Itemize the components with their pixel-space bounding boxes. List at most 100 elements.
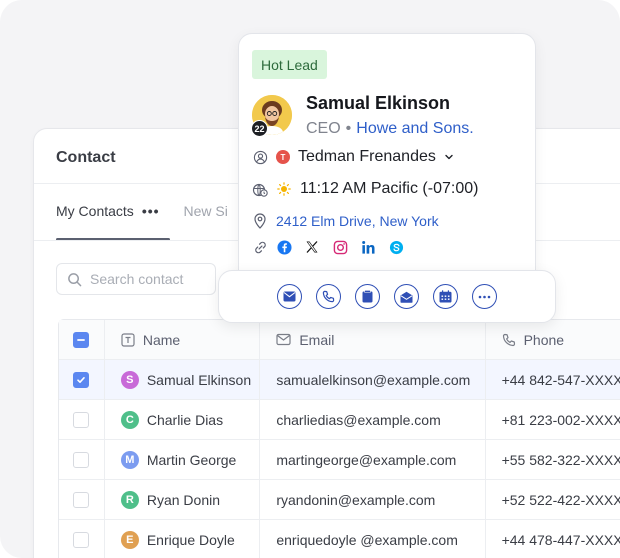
phone-cell[interactable]: +52 522-422-XXXX: [486, 480, 620, 519]
avatar: M: [120, 450, 139, 469]
row-check-cell: [59, 360, 105, 399]
email-cell[interactable]: charliedias@example.com: [260, 400, 486, 439]
tab-more-icon[interactable]: •••: [142, 203, 160, 219]
address-link[interactable]: 2412 Elm Drive, New York: [276, 213, 439, 229]
row-checkbox[interactable]: [73, 491, 90, 508]
tab-label: New Si: [183, 203, 228, 219]
facebook-icon[interactable]: [276, 239, 292, 255]
phone-cell[interactable]: +55 582-322-XXXX: [486, 440, 620, 479]
call-action-button[interactable]: [316, 284, 341, 309]
column-label: Name: [142, 331, 181, 348]
table-row[interactable]: C Charlie Dias charliedias@example.com +…: [59, 400, 620, 440]
column-header-email[interactable]: Email: [260, 320, 486, 359]
owner-line: T Tedman Frenandes: [252, 148, 454, 166]
more-icon: [478, 295, 491, 298]
contact-name: Martin George: [146, 451, 237, 468]
text-field-icon: [121, 332, 135, 347]
name-cell[interactable]: E Enrique Doyle: [105, 520, 261, 558]
contacts-table: Name Email Phone S Samual Elkinson samua…: [58, 319, 620, 558]
table-row[interactable]: R Ryan Donin ryandonin@example.com +52 5…: [59, 480, 620, 520]
social-line: [252, 239, 404, 255]
email-cell[interactable]: samualelkinson@example.com: [260, 360, 486, 399]
table-row[interactable]: S Samual Elkinson samualelkinson@example…: [59, 360, 620, 400]
tab-bar: My Contacts ••• New Si: [56, 203, 228, 241]
row-checkbox[interactable]: [73, 531, 90, 548]
column-header-name[interactable]: Name: [105, 320, 261, 359]
tab-my-contacts[interactable]: My Contacts •••: [56, 203, 170, 241]
schedule-action-button[interactable]: [433, 284, 458, 309]
address-line: 2412 Elm Drive, New York: [252, 213, 439, 229]
row-check-cell: [59, 400, 105, 439]
column-label: Phone: [523, 331, 565, 348]
envelope-icon: [283, 291, 296, 302]
contact-name: Ryan Donin: [146, 491, 220, 508]
linkedin-icon[interactable]: [360, 239, 376, 255]
mail-open-icon: [400, 291, 413, 303]
chevron-down-icon[interactable]: [444, 152, 454, 162]
row-check-cell: [59, 480, 105, 519]
envelope-icon: [276, 333, 291, 346]
phone-icon: [502, 333, 515, 346]
phone-cell[interactable]: +81 223-002-XXXX: [486, 400, 620, 439]
select-all-checkbox[interactable]: [73, 331, 90, 348]
contact-role-line: CEO • Howe and Sons.: [306, 120, 474, 138]
message-action-button[interactable]: [394, 284, 419, 309]
avatar: S: [120, 370, 139, 389]
row-checkbox[interactable]: [73, 371, 90, 388]
contact-role: CEO: [306, 120, 341, 137]
note-icon: [362, 290, 373, 303]
avatar: R: [120, 490, 139, 509]
email-action-button[interactable]: [277, 284, 302, 309]
phone-cell[interactable]: +44 478-447-XXXX: [486, 520, 620, 558]
column-label: Email: [299, 331, 335, 348]
table-row[interactable]: M Martin George martingeorge@example.com…: [59, 440, 620, 480]
email-cell[interactable]: enriquedoyle @example.com: [260, 520, 486, 558]
contact-name: Samual Elkinson: [306, 93, 451, 113]
note-action-button[interactable]: [355, 284, 380, 309]
name-cell[interactable]: S Samual Elkinson: [105, 360, 261, 399]
select-all-cell: [59, 320, 105, 359]
avatar: E: [120, 530, 139, 549]
clock-globe-icon: [252, 181, 268, 197]
email-cell[interactable]: ryandonin@example.com: [260, 480, 486, 519]
instagram-icon[interactable]: [332, 239, 348, 255]
contact-name: Charlie Dias: [146, 411, 224, 428]
owner-avatar: T: [276, 150, 290, 164]
local-time: 11:12 AM Pacific (-07:00): [300, 180, 479, 197]
contact-popover: Hot Lead 22 Samual Elkinson CEO • Howe a…: [238, 33, 536, 295]
avatar: C: [120, 410, 139, 429]
company-link[interactable]: Howe and Sons.: [356, 120, 473, 138]
name-cell[interactable]: C Charlie Dias: [105, 400, 261, 439]
location-pin-icon: [252, 213, 268, 229]
sun-icon: [276, 181, 292, 197]
email-cell[interactable]: martingeorge@example.com: [260, 440, 486, 479]
name-cell[interactable]: R Ryan Donin: [105, 480, 261, 519]
contact-name: Samual Elkinson: [146, 371, 252, 388]
tab-new[interactable]: New Si: [184, 203, 228, 241]
search-input[interactable]: [90, 271, 200, 287]
name-cell[interactable]: M Martin George: [105, 440, 261, 479]
separator: •: [345, 120, 352, 137]
row-checkbox[interactable]: [73, 411, 90, 428]
search-box[interactable]: [56, 263, 216, 295]
x-icon[interactable]: [304, 239, 320, 255]
phone-icon: [322, 290, 335, 303]
avatar-count-badge: 22: [251, 120, 268, 137]
owner-name[interactable]: Tedman Frenandes: [298, 148, 436, 166]
table-header-row: Name Email Phone: [59, 320, 620, 360]
user-icon: [252, 149, 268, 165]
search-icon: [68, 272, 82, 286]
lead-status-badge[interactable]: Hot Lead: [252, 50, 327, 79]
skype-icon[interactable]: [388, 239, 404, 255]
column-header-phone[interactable]: Phone: [486, 320, 620, 359]
more-action-button[interactable]: [472, 284, 497, 309]
time-line: 11:12 AM Pacific (-07:00): [252, 180, 478, 198]
table-row[interactable]: E Enrique Doyle enriquedoyle @example.co…: [59, 520, 620, 558]
contact-name: Enrique Doyle: [146, 531, 235, 548]
tab-label: My Contacts: [56, 203, 134, 219]
link-icon: [252, 239, 268, 255]
quick-action-bar: [218, 270, 556, 323]
phone-cell[interactable]: +44 842-547-XXXX: [486, 360, 620, 399]
row-checkbox[interactable]: [73, 451, 90, 468]
check-icon: [77, 376, 86, 383]
